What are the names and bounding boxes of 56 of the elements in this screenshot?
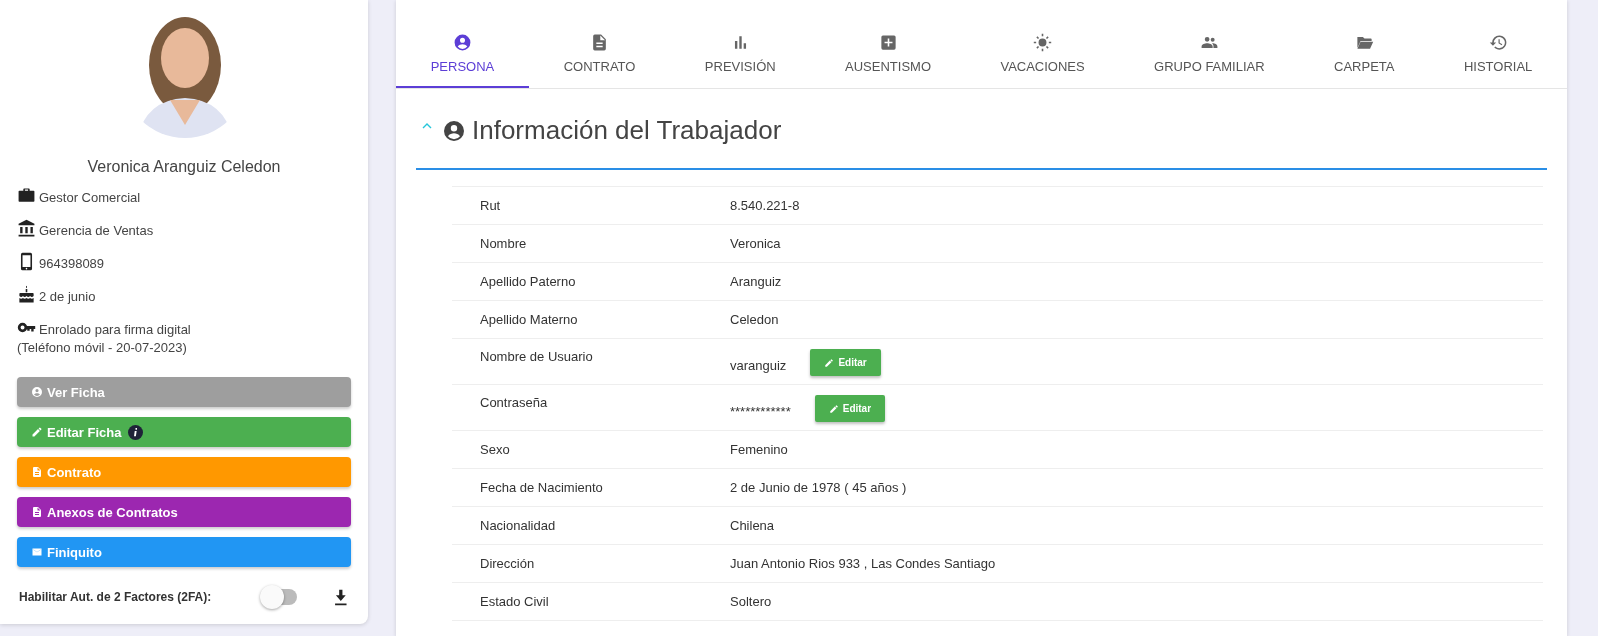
field-value: Aranguiz — [730, 274, 782, 289]
field-value: 2 de Junio de 1978 ( 45 años ) — [730, 480, 907, 495]
field-value: Juan Antonio Rios 933 , Las Condes Santiago — [730, 556, 996, 571]
field-label: Contraseña — [479, 395, 549, 410]
field-label: Nacionalidad — [479, 518, 557, 533]
action-button[interactable]: Anexos de Contratos — [17, 497, 351, 527]
user-icon — [31, 386, 43, 398]
field-value: Veronica — [730, 236, 781, 251]
detail-text: Gerencia de Ventas — [39, 223, 154, 238]
field-value: Chilena — [730, 518, 775, 533]
document-icon — [31, 466, 43, 478]
plus-icon — [878, 33, 898, 52]
history-icon — [1488, 33, 1508, 52]
field-value: ************ — [730, 404, 791, 419]
mail-icon — [31, 546, 43, 558]
tab[interactable]: CARPETA — [1299, 30, 1430, 88]
field-label: Rut — [479, 198, 502, 213]
tab[interactable]: PREVISIÓN — [670, 30, 811, 88]
tab[interactable]: GRUPO FAMILIAR — [1119, 30, 1300, 88]
cake-icon — [17, 285, 36, 304]
document-icon — [31, 506, 43, 518]
bank-icon — [17, 219, 36, 238]
user-icon — [442, 118, 466, 143]
field-value: 8.540.221-8 — [730, 198, 800, 213]
field-label: Nombre de Usuario — [479, 349, 594, 364]
detail-text: 2 de junio — [39, 289, 96, 304]
field-label: Nombre — [479, 236, 528, 251]
field-value: Soltero — [730, 594, 772, 609]
field-value: Celedon — [730, 312, 779, 327]
field-value: varanguiz — [730, 358, 787, 373]
section-title: Información del Trabajador — [472, 115, 782, 146]
field-label: Apellido Materno — [479, 312, 579, 327]
sun-icon — [1033, 33, 1053, 52]
pencil-icon — [828, 403, 839, 414]
tab[interactable]: VACACIONES — [965, 30, 1120, 88]
user-icon — [453, 33, 472, 52]
field-label: Fecha de Nacimiento — [479, 480, 604, 495]
tab[interactable]: CONTRATO — [529, 30, 671, 88]
field-label: Sexo — [479, 442, 511, 457]
briefcase-icon — [17, 186, 36, 205]
field-label: Dirección — [479, 556, 536, 571]
info-icon[interactable] — [128, 424, 144, 440]
field-label: Estado Civil — [479, 594, 550, 609]
pencil-icon — [31, 426, 43, 438]
detail-text: Enrolado para firma digital — [39, 322, 191, 337]
detail-text: Gestor Comercial — [39, 190, 141, 205]
detail-note: (Teléfono móvil - 20-07-2023) — [17, 340, 188, 355]
employee-name: Veronica Aranguiz Celedon — [86, 158, 282, 176]
field-label: Apellido Paterno — [479, 274, 577, 289]
tab[interactable]: PERSONA — [396, 30, 529, 88]
field-value: Femenino — [730, 442, 788, 457]
detail-text: 964398089 — [39, 256, 105, 271]
pencil-icon — [824, 357, 835, 368]
tab[interactable]: HISTORIAL — [1429, 30, 1567, 88]
two-factor-label: Habilitar Aut. de 2 Factores (2FA): — [19, 590, 213, 604]
tab[interactable]: AUSENTISMO — [810, 30, 966, 88]
